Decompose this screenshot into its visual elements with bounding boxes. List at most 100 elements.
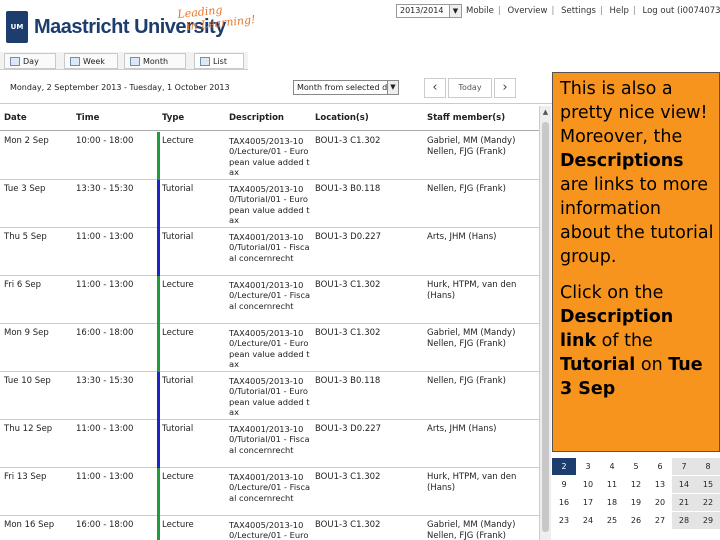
column-header-description[interactable]: Description (229, 113, 284, 123)
column-header-location[interactable]: Location(s) (315, 113, 369, 123)
cell-type: Lecture (162, 280, 194, 290)
cell-staff: Gabriel, MM (Mandy) Nellen, FJG (Frank) (427, 328, 516, 349)
cell-date: Thu 12 Sep (4, 424, 53, 434)
calendar-day[interactable]: 12 (624, 476, 648, 493)
calendar-day[interactable]: 11 (600, 476, 624, 493)
table-row[interactable]: Thu 12 Sep 11:00 - 13:00 Tutorial TAX4001/2… (0, 420, 540, 468)
event-type-color-bar (157, 420, 160, 468)
calendar-day[interactable]: 29 (696, 512, 720, 529)
cell-location: BOU1-3 D0.227 (315, 232, 382, 242)
calendar-day[interactable]: 4 (600, 458, 624, 475)
column-header-type[interactable]: Type (162, 113, 184, 123)
calendar-day[interactable]: 28 (672, 512, 696, 529)
calendar-day[interactable]: 5 (624, 458, 648, 475)
nav-link-help[interactable]: Help (610, 6, 629, 16)
cell-time: 16:00 - 18:00 (76, 328, 134, 338)
table-row[interactable]: Mon 16 Sep 16:00 - 18:00 Lecture TAX4005/20… (0, 516, 540, 540)
calendar-day[interactable]: 20 (648, 494, 672, 511)
cell-staff: Arts, JHM (Hans) (427, 232, 497, 242)
table-scrollbar[interactable]: ▲ (539, 106, 551, 540)
nav-link-overview[interactable]: Overview (507, 6, 547, 16)
table-row[interactable]: Fri 13 Sep 11:00 - 13:00 Lecture TAX4001/20… (0, 468, 540, 516)
calendar-day[interactable]: 16 (552, 494, 576, 511)
calendar-day[interactable]: 25 (600, 512, 624, 529)
calendar-day[interactable]: 7 (672, 458, 696, 475)
nav-link-settings[interactable]: Settings (561, 6, 596, 16)
calendar-day[interactable]: 17 (576, 494, 600, 511)
cell-type: Lecture (162, 328, 194, 338)
tab-week[interactable]: Week (64, 53, 118, 69)
table-row[interactable]: Tue 10 Sep 13:30 - 15:30 Tutorial TAX4005/2… (0, 372, 540, 420)
calendar-day[interactable]: 18 (600, 494, 624, 511)
cell-date: Fri 13 Sep (4, 472, 47, 482)
callout-paragraph-2: Click on the Description link of the Tut… (560, 281, 714, 401)
calendar-day[interactable]: 6 (648, 458, 672, 475)
calendar-day[interactable]: 27 (648, 512, 672, 529)
cell-location: BOU1-3 B0.118 (315, 376, 381, 386)
callout-paragraph-1: This is also a pretty nice view! Moreove… (560, 77, 714, 269)
table-row[interactable]: Mon 9 Sep 16:00 - 18:00 Lecture TAX4005/201… (0, 324, 540, 372)
cell-type: Lecture (162, 136, 194, 146)
callout-text: of the (596, 331, 653, 351)
cell-description-link[interactable]: TAX4001/2013-100/Lecture/01 - Fiscaal co… (229, 280, 311, 311)
cell-staff: Gabriel, MM (Mandy) Nellen, FJG (Frank) (427, 520, 516, 540)
cell-staff: Nellen, FJG (Frank) (427, 184, 506, 194)
calendar-day[interactable]: 23 (552, 512, 576, 529)
calendar-day[interactable]: 19 (624, 494, 648, 511)
tab-day[interactable]: Day (4, 53, 56, 69)
event-type-color-bar (157, 228, 160, 276)
cell-description-link[interactable]: TAX4001/2013-100/Lecture/01 - Fiscaal co… (229, 472, 311, 503)
cell-description-link[interactable]: TAX4005/2013-100/Lecture/01 - European v… (229, 136, 311, 178)
cell-time: 16:00 - 18:00 (76, 520, 134, 530)
tab-month[interactable]: Month (124, 53, 186, 69)
cell-description-link[interactable]: TAX4005/2013-100/Lecture/01 - European v… (229, 520, 311, 540)
calendar-day[interactable]: 9 (552, 476, 576, 493)
cell-description-link[interactable]: TAX4005/2013-100/Lecture/01 - European v… (229, 328, 311, 370)
calendar-day[interactable]: 21 (672, 494, 696, 511)
cell-location: BOU1-3 B0.118 (315, 184, 381, 194)
university-logo-icon[interactable]: UM (6, 11, 28, 43)
calendar-day[interactable]: 3 (576, 458, 600, 475)
scrollbar-thumb[interactable] (542, 122, 549, 532)
top-navigation: Mobile | Overview | Settings | Help | Log ou… (466, 6, 720, 16)
today-button[interactable]: Today (448, 78, 492, 98)
table-row[interactable]: Thu 5 Sep 11:00 - 13:00 Tutorial TAX4001/20… (0, 228, 540, 276)
column-header-time[interactable]: Time (76, 113, 99, 123)
table-row[interactable]: Mon 2 Sep 10:00 - 18:00 Lecture TAX4005/201… (0, 132, 540, 180)
calendar-week-row: 2345678 (552, 458, 720, 475)
cell-staff: Hurk, HTPM, van den (Hans) (427, 472, 517, 493)
tab-list[interactable]: List (194, 53, 244, 69)
cell-description-link[interactable]: TAX4001/2013-100/Tutorial/01 - Fiscaal c… (229, 232, 311, 263)
cell-description-link[interactable]: TAX4005/2013-100/Tutorial/01 - European … (229, 184, 311, 226)
previous-period-button[interactable]: ‹ (424, 78, 446, 98)
calendar-day[interactable]: 13 (648, 476, 672, 493)
event-type-color-bar (157, 180, 160, 228)
calendar-day[interactable]: 2 (552, 458, 576, 475)
chevron-down-icon[interactable]: ▼ (449, 5, 461, 17)
event-type-color-bar (157, 516, 160, 540)
nav-link-mobile[interactable]: Mobile (466, 6, 494, 16)
cell-time: 11:00 - 13:00 (76, 424, 134, 434)
calendar-day[interactable]: 14 (672, 476, 696, 493)
nav-separator: | (632, 6, 636, 16)
column-header-date[interactable]: Date (4, 113, 27, 123)
cell-description-link[interactable]: TAX4005/2013-100/Tutorial/01 - European … (229, 376, 311, 418)
calendar-day[interactable]: 10 (576, 476, 600, 493)
mini-calendar: 2 3 4 5 6 7 8 9 10 11 12 13 14 15 16 17 18 19 20 21 22 23 24 25… (552, 457, 720, 540)
academic-year-select[interactable]: 2013/2014 ▼ (396, 4, 462, 18)
calendar-day[interactable]: 24 (576, 512, 600, 529)
nav-link-logout[interactable]: Log out (i0074073) (643, 6, 720, 16)
cell-staff: Gabriel, MM (Mandy) Nellen, FJG (Frank) (427, 136, 516, 157)
scroll-up-arrow-icon[interactable]: ▲ (540, 108, 551, 118)
calendar-day[interactable]: 8 (696, 458, 720, 475)
range-select[interactable]: Month from selected day ▼ (293, 80, 399, 95)
calendar-day[interactable]: 26 (624, 512, 648, 529)
next-period-button[interactable]: › (494, 78, 516, 98)
column-header-staff[interactable]: Staff member(s) (427, 113, 505, 123)
table-row[interactable]: Tue 3 Sep 13:30 - 15:30 Tutorial TAX4005/20… (0, 180, 540, 228)
cell-description-link[interactable]: TAX4001/2013-100/Tutorial/01 - Fiscaal c… (229, 424, 311, 455)
chevron-down-icon[interactable]: ▼ (387, 81, 398, 94)
table-row[interactable]: Fri 6 Sep 11:00 - 13:00 Lecture TAX4001/201… (0, 276, 540, 324)
calendar-day[interactable]: 15 (696, 476, 720, 493)
calendar-day[interactable]: 22 (696, 494, 720, 511)
